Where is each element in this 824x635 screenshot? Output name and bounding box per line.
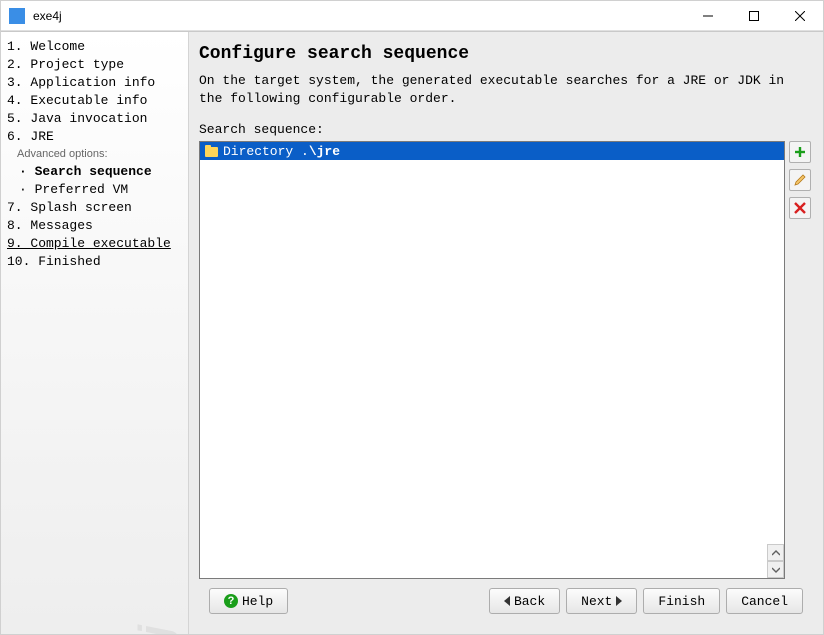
- minimize-icon: [703, 11, 713, 21]
- sidebar-item-project-type[interactable]: 2. Project type: [5, 56, 186, 74]
- back-label: Back: [514, 594, 545, 609]
- close-icon: [795, 11, 805, 21]
- finish-button[interactable]: Finish: [643, 588, 720, 614]
- sidebar-item-finished[interactable]: 10. Finished: [5, 253, 186, 271]
- triangle-left-icon: [504, 596, 510, 606]
- sidebar-item-welcome[interactable]: 1. Welcome: [5, 38, 186, 56]
- chevron-down-icon: [772, 567, 780, 573]
- sidebar-advanced-label: Advanced options:: [5, 146, 186, 163]
- sidebar-item-java-invocation[interactable]: 5. Java invocation: [5, 110, 186, 128]
- maximize-button[interactable]: [731, 1, 777, 31]
- list-item-prefix: Directory .: [223, 144, 309, 159]
- close-button[interactable]: [777, 1, 823, 31]
- plus-icon: [793, 145, 807, 159]
- list-item-suffix: \jre: [309, 144, 340, 159]
- cancel-button[interactable]: Cancel: [726, 588, 803, 614]
- triangle-right-icon: [616, 596, 622, 606]
- window-title: exe4j: [33, 9, 62, 23]
- help-icon: ?: [224, 594, 238, 608]
- window-controls: [685, 1, 823, 31]
- sidebar-item-compile-executable[interactable]: 9. Compile executable: [5, 235, 186, 253]
- titlebar: exe4j: [1, 1, 823, 31]
- chevron-up-icon: [772, 550, 780, 556]
- app-icon: [9, 8, 25, 24]
- sidebar-item-splash-screen[interactable]: 7. Splash screen: [5, 199, 186, 217]
- edit-button[interactable]: [789, 169, 811, 191]
- help-button[interactable]: ? Help: [209, 588, 288, 614]
- app-window: exe4j 1. Welcome 2. Project type 3. Appl…: [0, 0, 824, 635]
- cancel-label: Cancel: [741, 594, 788, 609]
- sequence-row: Directory .\jre: [199, 141, 813, 579]
- next-button[interactable]: Next: [566, 588, 637, 614]
- main-panel: Configure search sequence On the target …: [189, 32, 823, 634]
- sidebar-item-application-info[interactable]: 3. Application info: [5, 74, 186, 92]
- page-description: On the target system, the generated exec…: [199, 72, 813, 108]
- sidebar-item-jre[interactable]: 6. JRE: [5, 128, 186, 146]
- page-title: Configure search sequence: [199, 40, 813, 64]
- maximize-icon: [749, 11, 759, 21]
- scroll-down-button[interactable]: [767, 561, 784, 578]
- sidebar: 1. Welcome 2. Project type 3. Applicatio…: [1, 32, 189, 634]
- list-side-buttons: [789, 141, 813, 219]
- scroll-up-button[interactable]: [767, 544, 784, 561]
- pencil-icon: [793, 173, 807, 187]
- sidebar-watermark: exe4j: [130, 626, 180, 634]
- sidebar-item-preferred-vm[interactable]: · Preferred VM: [5, 181, 186, 199]
- footer: ? Help Back Next Finish Cancel: [199, 579, 813, 623]
- x-icon: [793, 201, 807, 215]
- list-scrollbar: [767, 544, 784, 578]
- folder-icon: [204, 145, 220, 158]
- list-label: Search sequence:: [199, 122, 813, 137]
- finish-label: Finish: [658, 594, 705, 609]
- sidebar-item-messages[interactable]: 8. Messages: [5, 217, 186, 235]
- back-button[interactable]: Back: [489, 588, 560, 614]
- next-label: Next: [581, 594, 612, 609]
- delete-button[interactable]: [789, 197, 811, 219]
- list-item[interactable]: Directory .\jre: [200, 142, 784, 160]
- body: 1. Welcome 2. Project type 3. Applicatio…: [1, 31, 823, 634]
- sidebar-item-search-sequence[interactable]: · Search sequence: [5, 163, 186, 181]
- add-button[interactable]: [789, 141, 811, 163]
- search-sequence-list[interactable]: Directory .\jre: [199, 141, 785, 579]
- sidebar-item-executable-info[interactable]: 4. Executable info: [5, 92, 186, 110]
- minimize-button[interactable]: [685, 1, 731, 31]
- help-label: Help: [242, 594, 273, 609]
